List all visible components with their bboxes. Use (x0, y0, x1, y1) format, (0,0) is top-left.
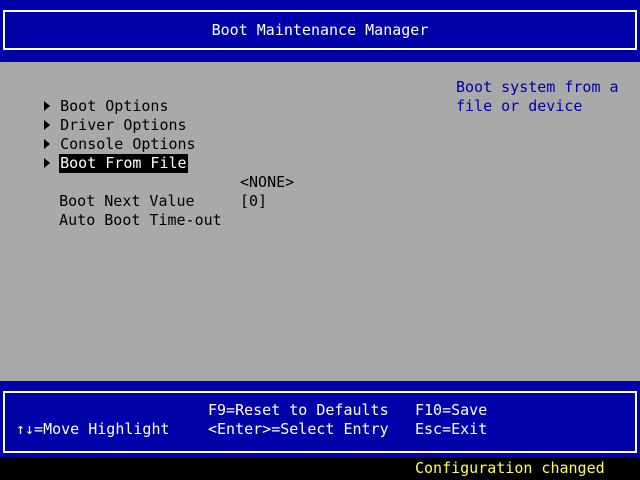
boot-next-value-setting[interactable]: <NONE> (240, 173, 294, 192)
boot-next-value-field[interactable]: Boot Next Value <NONE> (23, 173, 294, 210)
hint-reset-defaults: F9=Reset to Defaults (208, 401, 389, 419)
page-title: Boot Maintenance Manager (211, 21, 429, 39)
status-message: Configuration changed (415, 459, 605, 477)
menu-item-label-selected: Boot From File (59, 154, 188, 173)
right-arrow-icon (44, 157, 51, 168)
hint-exit: Esc=Exit (415, 420, 488, 438)
hint-select-entry: <Enter>=Select Entry (208, 420, 389, 438)
bios-screen: Boot Maintenance Manager Boot Options Dr… (0, 0, 640, 480)
hint-save: F10=Save (415, 401, 488, 419)
hint-move-highlight: ↑↓=Move Highlight (16, 420, 170, 438)
menu-item-boot-from-file[interactable]: Boot From File (8, 135, 188, 173)
help-text-line-2: file or device (456, 97, 583, 115)
menu-item-driver-options[interactable]: Driver Options (8, 97, 188, 134)
menu-item-console-options[interactable]: Console Options (8, 116, 197, 153)
auto-boot-timeout-field[interactable]: Auto Boot Time-out [0] (23, 192, 267, 229)
auto-boot-timeout-label: Auto Boot Time-out (59, 211, 222, 229)
help-text-line-1: Boot system from a (456, 78, 619, 96)
menu-item-boot-options[interactable]: Boot Options (8, 78, 170, 115)
auto-boot-timeout-setting[interactable]: [0] (240, 192, 267, 211)
